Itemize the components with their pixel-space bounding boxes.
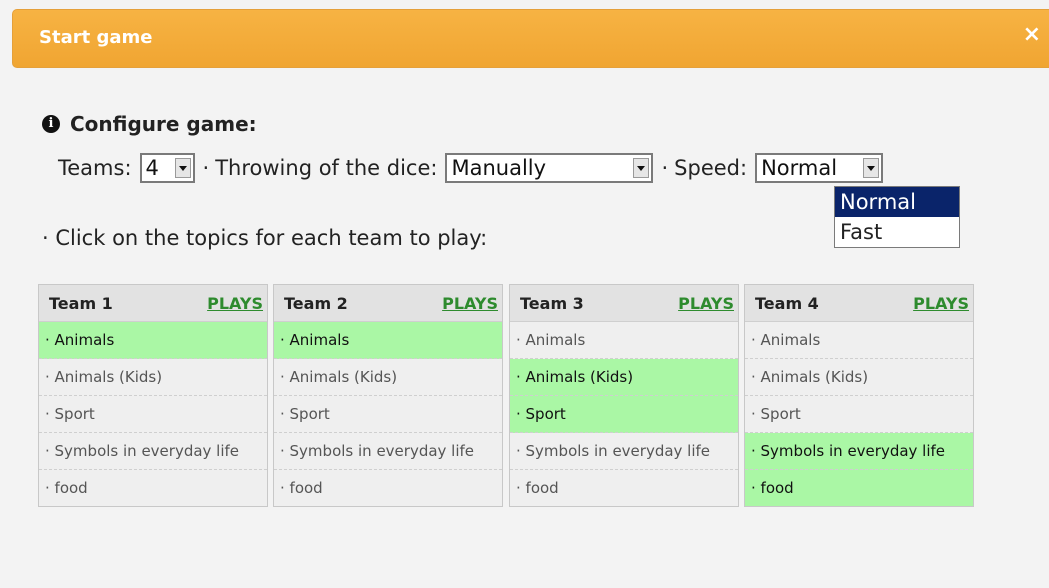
topic-item[interactable]: · food bbox=[745, 470, 973, 506]
topic-item[interactable]: · Animals bbox=[510, 322, 738, 359]
topic-item[interactable]: · Sport bbox=[39, 396, 267, 433]
configure-heading-text: Configure game: bbox=[70, 112, 257, 136]
plays-link[interactable]: PLAYS bbox=[913, 294, 969, 313]
topic-item[interactable]: · Symbols in everyday life bbox=[274, 433, 502, 470]
team-name: Team 4 bbox=[755, 293, 819, 313]
teams-label: Teams: bbox=[58, 156, 132, 180]
chevron-down-icon bbox=[633, 158, 650, 178]
speed-option-fast[interactable]: Fast bbox=[835, 217, 959, 247]
plays-link[interactable]: PLAYS bbox=[678, 294, 734, 313]
speed-value: Normal bbox=[761, 156, 838, 180]
topic-item[interactable]: · Animals (Kids) bbox=[39, 359, 267, 396]
dialog-titlebar: Start game × bbox=[12, 9, 1049, 68]
separator: · bbox=[202, 156, 210, 180]
chevron-down-icon bbox=[863, 158, 880, 178]
start-game-dialog: Start game × i Configure game: Teams: 4 … bbox=[0, 0, 1049, 588]
team-name: Team 1 bbox=[49, 293, 113, 313]
speed-option-normal[interactable]: Normal bbox=[835, 187, 959, 217]
topic-item[interactable]: · Sport bbox=[274, 396, 502, 433]
teams-value: 4 bbox=[145, 156, 159, 180]
chevron-down-icon bbox=[174, 158, 191, 178]
teams-select[interactable]: 4 bbox=[139, 153, 195, 183]
team-panel-3: Team 3 PLAYS · Animals · Animals (Kids) … bbox=[509, 284, 739, 507]
topic-item[interactable]: · Symbols in everyday life bbox=[510, 433, 738, 470]
configure-heading: i Configure game: bbox=[42, 112, 257, 136]
team-panel-2: Team 2 PLAYS · Animals · Animals (Kids) … bbox=[273, 284, 503, 507]
config-row: Teams: 4 · Throwing of the dice: Manuall… bbox=[58, 150, 884, 186]
dice-select[interactable]: Manually bbox=[445, 153, 654, 183]
speed-label: Speed: bbox=[674, 156, 748, 180]
team-panel-4: Team 4 PLAYS · Animals · Animals (Kids) … bbox=[744, 284, 974, 507]
topic-item[interactable]: · Animals (Kids) bbox=[745, 359, 973, 396]
team-name: Team 2 bbox=[284, 293, 348, 313]
topic-item[interactable]: · Sport bbox=[745, 396, 973, 433]
close-icon[interactable]: × bbox=[1023, 24, 1041, 46]
team-header: Team 1 PLAYS bbox=[39, 285, 267, 322]
topic-item[interactable]: · food bbox=[510, 470, 738, 506]
separator: · bbox=[661, 156, 669, 180]
plays-link[interactable]: PLAYS bbox=[442, 294, 498, 313]
team-panel-1: Team 1 PLAYS · Animals · Animals (Kids) … bbox=[38, 284, 268, 507]
team-header: Team 2 PLAYS bbox=[274, 285, 502, 322]
topic-item[interactable]: · Animals (Kids) bbox=[510, 359, 738, 396]
topic-item[interactable]: · Symbols in everyday life bbox=[39, 433, 267, 470]
dice-label: Throwing of the dice: bbox=[215, 156, 438, 180]
topic-item[interactable]: · Animals bbox=[274, 322, 502, 359]
info-icon: i bbox=[42, 115, 60, 133]
dialog-title: Start game bbox=[39, 27, 153, 48]
team-header: Team 4 PLAYS bbox=[745, 285, 973, 322]
topic-item[interactable]: · Symbols in everyday life bbox=[745, 433, 973, 470]
topic-item[interactable]: · Animals (Kids) bbox=[274, 359, 502, 396]
topic-item[interactable]: · food bbox=[39, 470, 267, 506]
team-header: Team 3 PLAYS bbox=[510, 285, 738, 322]
team-name: Team 3 bbox=[520, 293, 584, 313]
plays-link[interactable]: PLAYS bbox=[207, 294, 263, 313]
topic-item[interactable]: · Animals bbox=[745, 322, 973, 359]
speed-dropdown-list: Normal Fast bbox=[834, 186, 960, 248]
speed-select[interactable]: Normal bbox=[755, 153, 884, 183]
topic-item[interactable]: · Animals bbox=[39, 322, 267, 359]
topics-hint: · Click on the topics for each team to p… bbox=[42, 226, 488, 250]
topic-item[interactable]: · food bbox=[274, 470, 502, 506]
dice-value: Manually bbox=[451, 156, 547, 180]
topic-item[interactable]: · Sport bbox=[510, 396, 738, 433]
